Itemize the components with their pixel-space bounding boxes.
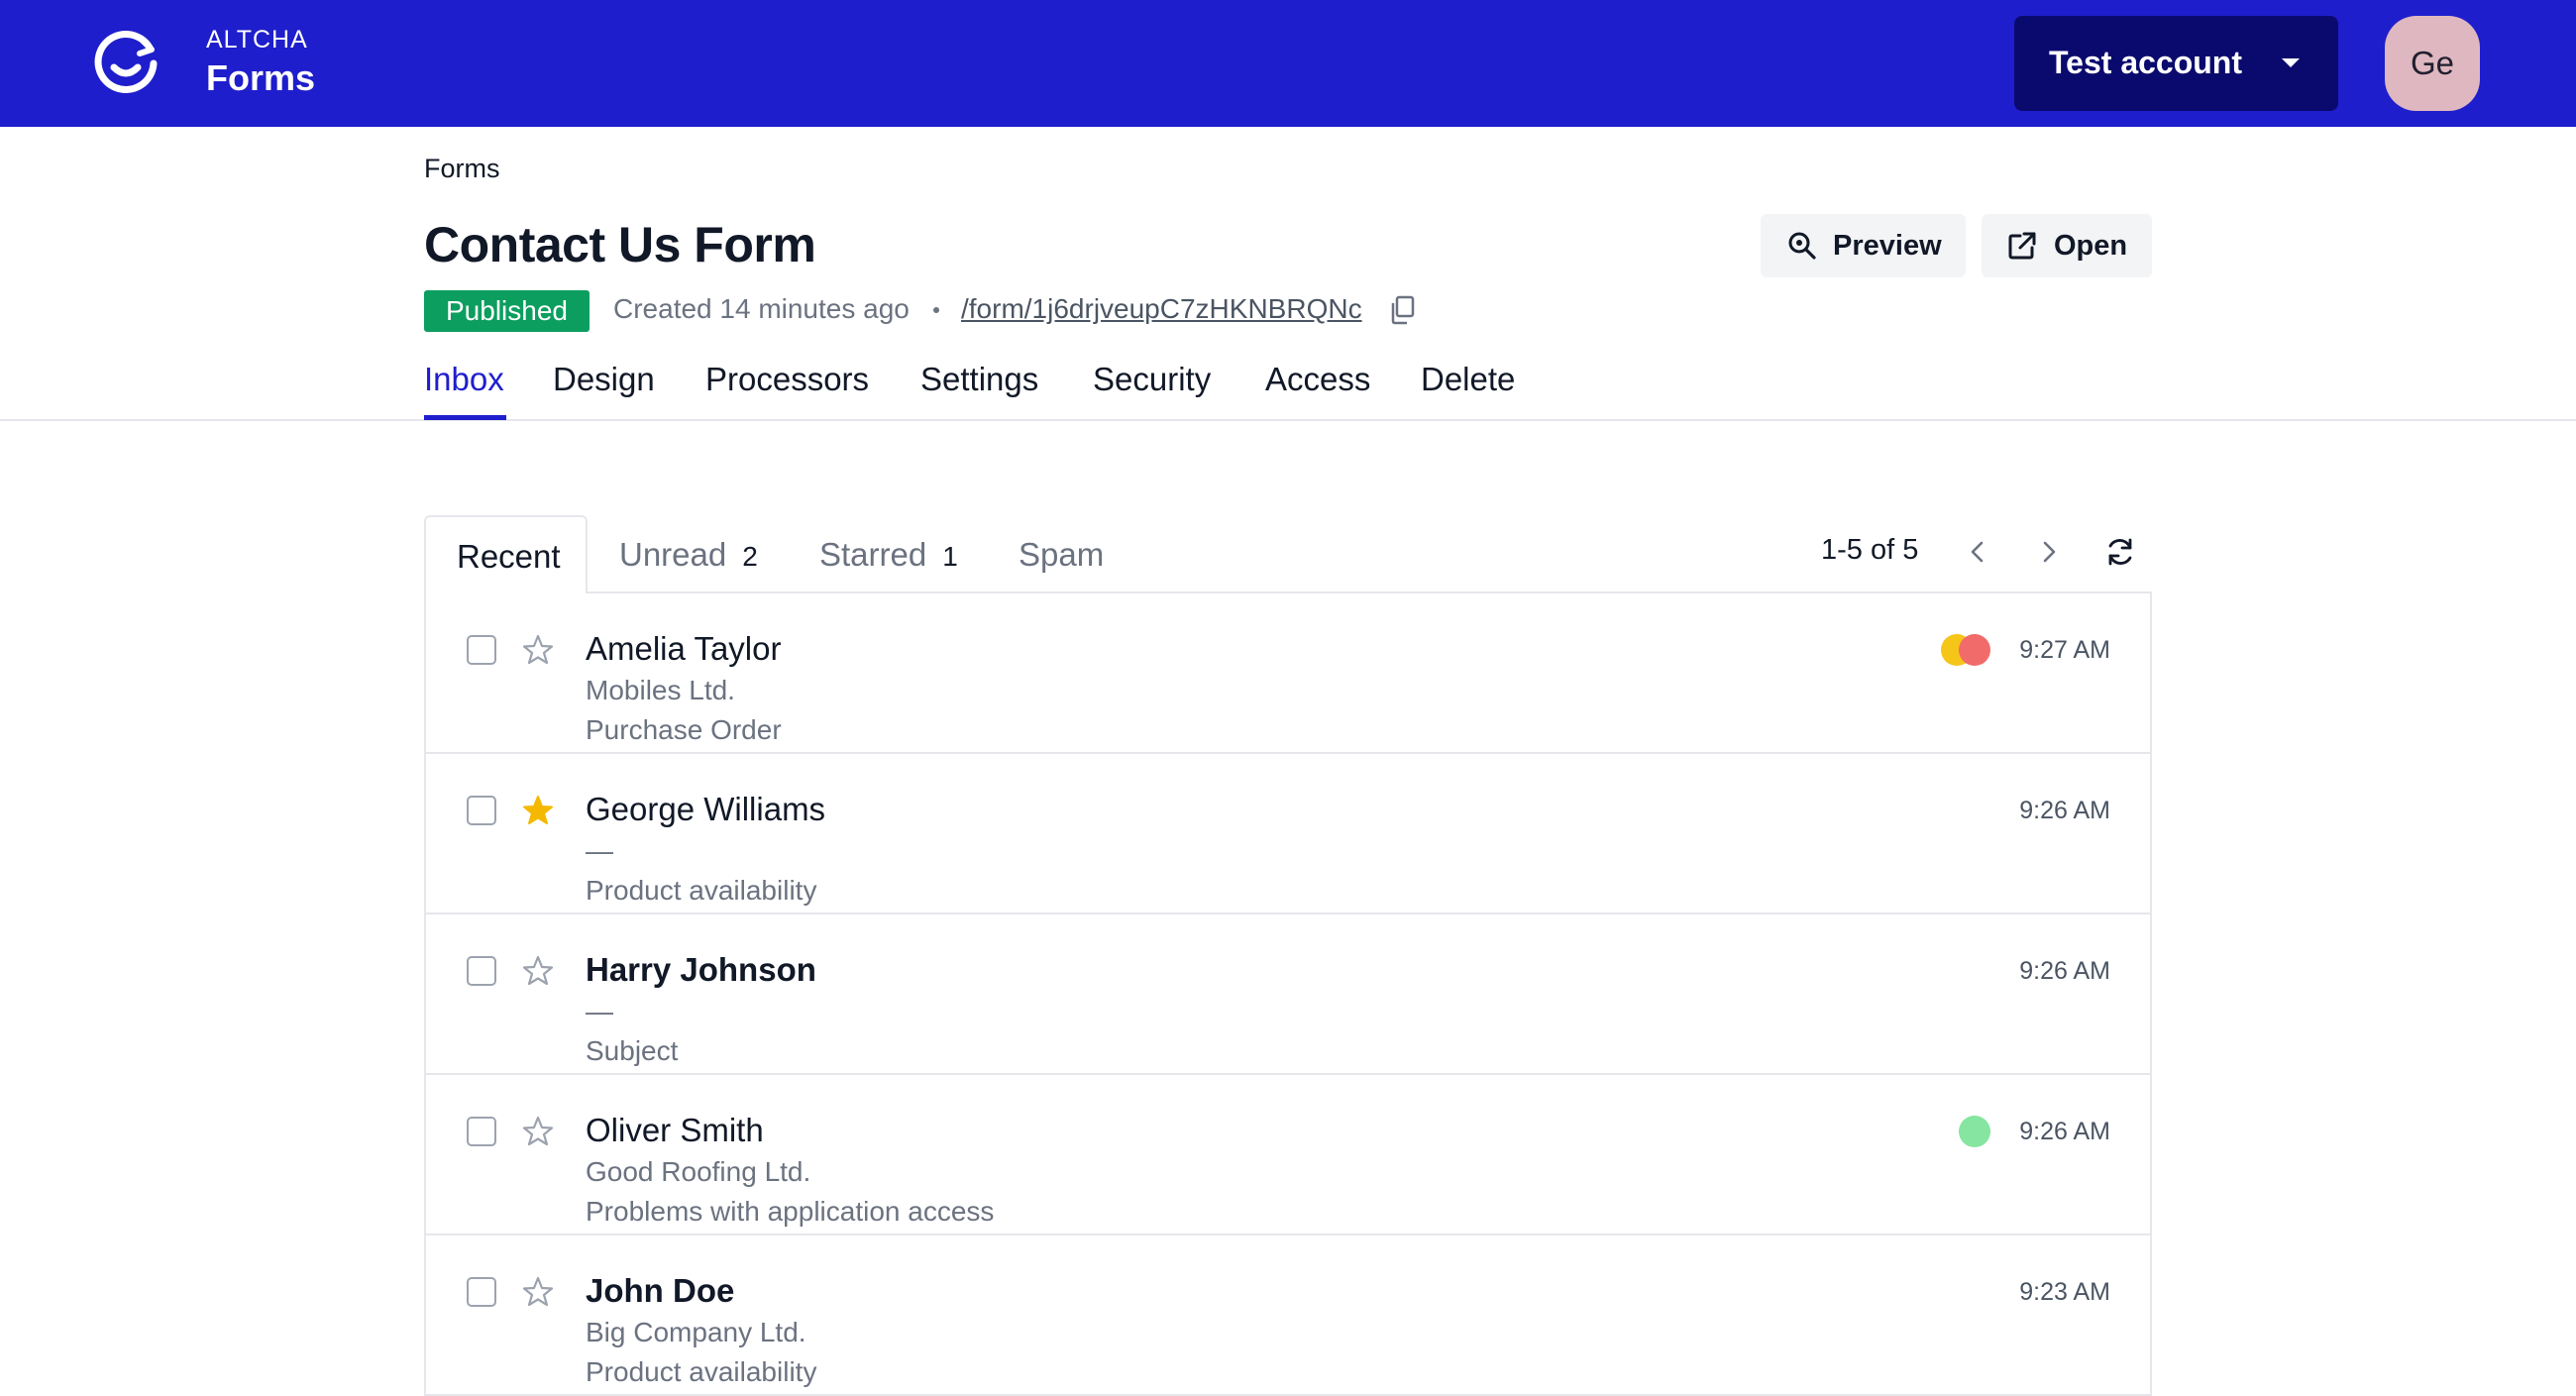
tag-dot-green [1959,1116,1990,1147]
subtab-starred[interactable]: Starred 1 [819,536,958,574]
star-filled-icon[interactable] [521,794,555,827]
row-checkbox[interactable] [467,1277,496,1307]
sender-company: Big Company Ltd. [586,1317,806,1347]
open-button[interactable]: Open [1982,214,2152,277]
tab-delete[interactable]: Delete [1421,361,1515,398]
list-item[interactable]: John Doe Big Company Ltd. Product availa… [426,1235,2150,1396]
form-url-link[interactable]: /form/1j6drjveupC7zHKNBRQNc [961,293,1362,325]
sender-company: Good Roofing Ltd. [586,1156,811,1187]
star-outline-icon[interactable] [521,954,555,988]
top-bar: ALTCHA Forms Test account Ge [0,0,2576,127]
zoom-search-icon [1788,232,1816,260]
subtab-unread-label: Unread [619,536,727,573]
received-time: 9:27 AM [2019,636,2110,664]
sender-company: — [586,835,613,866]
message-subject: Product availability [586,875,817,906]
account-label: Test account [2049,45,2242,80]
tab-inbox[interactable]: Inbox [424,361,504,398]
form-nav-tabs: Inbox Design Processors Settings Securit… [0,352,2576,421]
tab-design[interactable]: Design [553,361,655,398]
star-outline-icon[interactable] [521,633,555,667]
separator-dot [933,307,939,313]
sender-name: Amelia Taylor [586,630,782,667]
message-subject: Problems with application access [586,1196,995,1227]
message-subject: Product availability [586,1356,817,1387]
pagination-text: 1-5 of 5 [1821,534,1919,566]
status-badge: Published [424,290,590,332]
refresh-icon[interactable] [2103,535,2137,569]
star-outline-icon[interactable] [521,1275,555,1309]
received-time: 9:26 AM [2019,1118,2110,1145]
open-label: Open [2054,230,2128,262]
submissions-list: Amelia Taylor Mobiles Ltd. Purchase Orde… [424,593,2152,1396]
received-time: 9:26 AM [2019,957,2110,985]
active-tab-indicator [424,415,506,420]
product-name: Forms [206,57,316,98]
tab-processors[interactable]: Processors [705,361,869,398]
preview-button[interactable]: Preview [1761,214,1966,277]
subtab-spam-label: Spam [1019,536,1105,573]
altcha-logo-icon[interactable] [92,30,160,97]
copy-icon[interactable] [1388,295,1416,325]
chevron-left-icon[interactable] [1962,535,1995,569]
list-item[interactable]: Harry Johnson — Subject 9:26 AM [426,914,2150,1075]
sender-company: — [586,996,613,1026]
starred-count: 1 [942,541,958,572]
tag-dot-red [1959,634,1990,666]
sender-name: Harry Johnson [586,951,816,988]
breadcrumb-forms[interactable]: Forms [424,154,500,184]
subtab-recent-label: Recent [457,538,561,575]
received-time: 9:26 AM [2019,797,2110,824]
sender-name: John Doe [586,1272,735,1309]
account-switcher-button[interactable]: Test account [2014,16,2338,111]
chevron-right-icon[interactable] [2031,535,2065,569]
sender-name: Oliver Smith [586,1112,764,1148]
tab-settings[interactable]: Settings [920,361,1038,398]
row-checkbox[interactable] [467,635,496,665]
external-link-icon [2008,232,2036,260]
sender-name: George Williams [586,791,826,827]
received-time: 9:23 AM [2019,1278,2110,1306]
row-checkbox[interactable] [467,956,496,986]
sender-company: Mobiles Ltd. [586,675,735,705]
brand-name: ALTCHA [206,26,308,54]
row-checkbox[interactable] [467,1117,496,1146]
list-item[interactable]: Amelia Taylor Mobiles Ltd. Purchase Orde… [426,593,2150,754]
tab-access[interactable]: Access [1265,361,1370,398]
list-item[interactable]: Oliver Smith Good Roofing Ltd. Problems … [426,1075,2150,1235]
preview-label: Preview [1833,230,1942,262]
star-outline-icon[interactable] [521,1115,555,1148]
unread-count: 2 [742,541,758,572]
list-item[interactable]: George Williams — Product availability 9… [426,754,2150,914]
tab-security[interactable]: Security [1093,361,1211,398]
subtab-spam[interactable]: Spam [1019,536,1104,574]
message-subject: Purchase Order [586,714,782,745]
subtab-unread[interactable]: Unread 2 [619,536,758,574]
user-avatar[interactable]: Ge [2385,16,2480,111]
row-checkbox[interactable] [467,796,496,825]
created-time: Created 14 minutes ago [613,293,910,324]
message-subject: Subject [586,1035,679,1066]
page-title: Contact Us Form [424,217,816,272]
subtab-starred-label: Starred [819,536,927,573]
caret-down-icon [2282,58,2300,67]
subtab-recent[interactable]: Recent [424,515,588,593]
